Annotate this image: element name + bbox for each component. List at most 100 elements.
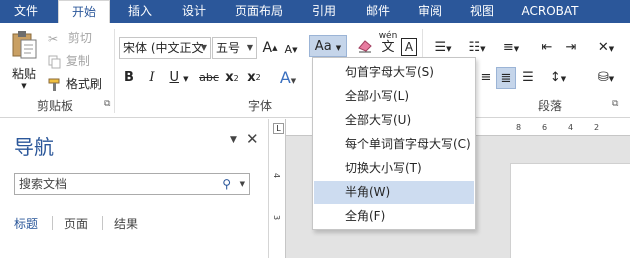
tab-selector[interactable]: L <box>273 123 284 134</box>
format-painter-label: 格式刷 <box>65 77 102 91</box>
chinese-layout-button[interactable]: ✕▼ <box>590 37 622 59</box>
copy-icon <box>48 55 61 68</box>
copy-button[interactable]: 复制 <box>48 51 90 71</box>
paragraph-group-label: 段落 <box>537 99 562 113</box>
bold-button[interactable]: B <box>121 67 137 89</box>
ruler-number: 2 <box>594 123 600 132</box>
bullets-button[interactable]: ☰▼ <box>428 37 458 59</box>
chevron-down-icon: ▼ <box>480 45 486 53</box>
superscript-icon: x <box>247 70 256 85</box>
line-spacing-icon: ↕ <box>549 70 561 85</box>
distributed-icon: ☰ <box>522 70 534 85</box>
align-right-button[interactable]: ≡ <box>476 67 496 89</box>
underline-button[interactable]: U ▼ <box>166 67 192 89</box>
ruler-number: 4 <box>272 172 282 179</box>
font-name-value: 宋体 (中文正文 <box>123 41 204 55</box>
text-effects-button[interactable]: A▼ <box>274 67 302 89</box>
char-border-button[interactable]: A <box>400 37 418 59</box>
menu-item-uppercase[interactable]: 全部大写(U) <box>314 109 474 132</box>
chevron-down-icon: ▼ <box>183 75 189 83</box>
decrease-indent-button[interactable]: ⇤ <box>536 37 558 59</box>
format-painter-icon <box>48 78 60 91</box>
nav-tab-results[interactable]: 结果 <box>114 215 138 232</box>
decrease-indent-icon: ⇤ <box>541 40 553 55</box>
menu-item-sentence-case[interactable]: 句首字母大写(S) <box>314 61 474 84</box>
paragraph-launcher-icon[interactable]: ⧉ <box>612 99 618 109</box>
close-icon[interactable]: ✕ <box>246 130 259 148</box>
tab-acrobat[interactable]: ACROBAT <box>512 0 588 23</box>
document-page[interactable] <box>510 163 630 258</box>
tab-layout[interactable]: 页面布局 <box>226 0 292 23</box>
clipboard-launcher-icon[interactable]: ⧉ <box>104 99 110 109</box>
shrink-font-button[interactable]: A▼ <box>283 39 299 61</box>
nav-tab-pages[interactable]: 页面 <box>64 215 88 232</box>
superscript-button[interactable]: x2 <box>246 67 262 89</box>
bullets-icon: ☰ <box>434 40 447 55</box>
chevron-down-icon: ▼ <box>335 44 342 52</box>
tab-references[interactable]: 引用 <box>300 0 348 23</box>
shrink-font-icon: A <box>284 43 293 56</box>
chevron-down-icon: ▼ <box>21 82 27 90</box>
group-divider <box>114 29 115 113</box>
change-case-icon: Aa <box>314 39 332 54</box>
tab-mailings[interactable]: 邮件 <box>354 0 402 23</box>
font-name-combo[interactable]: 宋体 (中文正文 ▼ <box>119 37 211 59</box>
tab-home[interactable]: 开始 <box>58 0 110 23</box>
tab-review[interactable]: 审阅 <box>406 0 454 23</box>
paint-bucket-icon: ⛁ <box>597 70 609 85</box>
phonetic-guide-icon: 文 <box>381 40 395 55</box>
search-icon[interactable]: ⚲ <box>222 174 231 194</box>
tab-insert[interactable]: 插入 <box>114 0 166 23</box>
distributed-button[interactable]: ☰ <box>518 67 538 89</box>
nav-tab-headings[interactable]: 标题 <box>14 215 38 232</box>
nav-pane-title: 导航 <box>14 135 54 159</box>
cut-label: 剪切 <box>67 31 92 45</box>
vertical-ruler: L 4 3 <box>270 119 286 258</box>
chinese-layout-icon: ✕ <box>597 40 609 55</box>
paste-button[interactable]: 粘贴 ▼ <box>6 29 42 91</box>
change-case-button[interactable]: Aa ▼ <box>309 35 347 57</box>
justify-icon: ≣ <box>500 71 512 86</box>
align-right-icon: ≡ <box>480 70 492 85</box>
tab-design[interactable]: 设计 <box>168 0 220 23</box>
grow-font-button[interactable]: A▲ <box>261 37 279 59</box>
menu-item-lowercase[interactable]: 全部小写(L) <box>314 85 474 108</box>
chevron-down-icon[interactable]: ▼ <box>240 174 245 194</box>
chevron-down-icon: ▼ <box>446 45 452 53</box>
ruler-number: 6 <box>542 123 548 132</box>
increase-indent-icon: ⇥ <box>565 40 577 55</box>
shading-button[interactable]: ⛁▼ <box>590 67 622 89</box>
subscript-button[interactable]: x2 <box>224 67 240 89</box>
phonetic-guide-button[interactable]: wén 文 <box>377 31 399 55</box>
text-effects-icon: A <box>279 68 291 87</box>
chevron-down-icon: ▼ <box>513 45 520 53</box>
menu-item-half-width[interactable]: 半角(W) <box>314 181 474 204</box>
tab-view[interactable]: 视图 <box>458 0 506 23</box>
format-painter-button[interactable]: 格式刷 <box>48 74 102 94</box>
italic-button[interactable]: I <box>144 67 160 89</box>
copy-label: 复制 <box>65 54 90 68</box>
multilevel-list-button[interactable]: ≡▼ <box>496 37 526 59</box>
clipboard-group-label: 剪贴板 <box>36 99 73 113</box>
menu-item-toggle-case[interactable]: 切换大小写(T) <box>314 157 474 180</box>
menu-item-full-width[interactable]: 全角(F) <box>314 205 474 228</box>
cut-button[interactable]: ✂ 剪切 <box>48 28 92 48</box>
search-input[interactable]: 搜索文档 ⚲ ▼ <box>14 173 250 195</box>
chevron-down-icon: ▼ <box>608 75 615 83</box>
line-spacing-button[interactable]: ↕▼ <box>544 67 572 89</box>
font-size-combo[interactable]: 五号 ▼ <box>212 37 257 59</box>
nav-tab-separator <box>52 216 53 230</box>
nav-pane-options-icon[interactable]: ▼ <box>230 135 237 145</box>
justify-button[interactable]: ≣ <box>496 67 516 89</box>
clear-formatting-button[interactable] <box>354 37 376 59</box>
ruler-number: 3 <box>272 214 282 221</box>
increase-indent-button[interactable]: ⇥ <box>560 37 582 59</box>
char-border-icon: A <box>401 38 417 56</box>
underline-icon: U <box>169 70 179 85</box>
chevron-down-icon: ▼ <box>246 43 253 52</box>
numbering-button[interactable]: ☷▼ <box>462 37 492 59</box>
paste-icon <box>12 31 37 59</box>
menu-item-capitalize-each-word[interactable]: 每个单词首字母大写(C) <box>314 133 474 156</box>
strikethrough-button[interactable]: abc <box>198 67 220 89</box>
tab-file[interactable]: 文件 <box>0 0 52 23</box>
